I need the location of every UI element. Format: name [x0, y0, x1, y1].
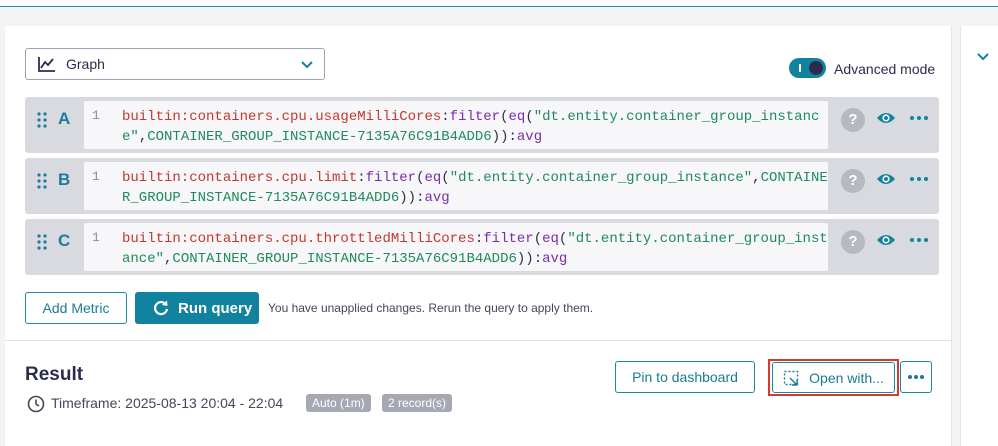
drag-handle-icon[interactable]	[36, 172, 48, 190]
refresh-icon	[153, 300, 169, 316]
query-letter: C	[58, 231, 71, 250]
drag-handle-icon[interactable]	[36, 233, 48, 251]
toggle-knob	[809, 61, 823, 75]
record-count-badge: 2 record(s)	[382, 394, 453, 412]
query-row-a: A 1 builtin:containers.cpu.usageMilliCor…	[25, 97, 939, 153]
query-code[interactable]: builtin:containers.cpu.limit:filter(eq("…	[122, 168, 828, 208]
clock-icon	[27, 395, 45, 413]
eye-icon[interactable]	[876, 171, 896, 187]
more-icon[interactable]	[909, 232, 929, 248]
open-with-highlight	[768, 359, 899, 396]
eye-icon[interactable]	[876, 232, 896, 248]
more-icon[interactable]	[909, 110, 929, 126]
line-number: 1	[92, 230, 100, 245]
result-more-button[interactable]	[900, 361, 932, 393]
eye-icon[interactable]	[876, 110, 896, 126]
help-icon[interactable]: ?	[841, 230, 865, 254]
query-row-b: B 1 builtin:containers.cpu.limit:filter(…	[25, 158, 939, 214]
chevron-down-icon	[301, 61, 313, 69]
more-icon[interactable]	[909, 171, 929, 187]
result-title: Result	[25, 364, 84, 385]
query-row-c: C 1 builtin:containers.cpu.throttledMill…	[25, 219, 939, 275]
timeframe-text: Timeframe: 2025-08-13 20:04 - 22:04	[51, 395, 284, 411]
help-icon[interactable]: ?	[841, 169, 865, 193]
visualization-select[interactable]: Graph	[25, 48, 325, 80]
line-number: 1	[92, 108, 100, 123]
line-chart-icon	[38, 57, 55, 72]
query-code[interactable]: builtin:containers.cpu.usageMilliCores:f…	[122, 107, 828, 147]
query-editor[interactable]: 1 builtin:containers.cpu.limit:filter(eq…	[84, 162, 828, 210]
query-editor[interactable]: 1 builtin:containers.cpu.usageMilliCores…	[84, 101, 828, 149]
section-divider	[5, 340, 952, 341]
line-number: 1	[92, 169, 100, 184]
toggle-on-mark	[799, 64, 801, 72]
query-editor[interactable]: 1 builtin:containers.cpu.throttledMilliC…	[84, 223, 828, 271]
run-query-label: Run query	[178, 299, 253, 317]
pin-to-dashboard-button[interactable]: Pin to dashboard	[615, 361, 755, 393]
right-rail	[960, 26, 998, 446]
query-code[interactable]: builtin:containers.cpu.throttledMilliCor…	[122, 229, 828, 269]
help-icon[interactable]: ?	[841, 108, 865, 132]
more-icon	[908, 375, 924, 379]
add-metric-button[interactable]: Add Metric	[25, 292, 127, 324]
unapplied-changes-message: You have unapplied changes. Rerun the qu…	[268, 301, 594, 315]
top-bar	[0, 0, 998, 7]
advanced-mode-label: Advanced mode	[834, 61, 936, 77]
query-letter: B	[58, 170, 71, 189]
visualization-label: Graph	[66, 56, 105, 72]
chevron-down-icon[interactable]	[976, 50, 990, 64]
resolution-badge: Auto (1m)	[306, 394, 371, 412]
advanced-mode-toggle[interactable]	[789, 58, 826, 78]
drag-handle-icon[interactable]	[36, 111, 48, 129]
query-letter: A	[58, 109, 71, 128]
run-query-button[interactable]: Run query	[135, 292, 259, 324]
